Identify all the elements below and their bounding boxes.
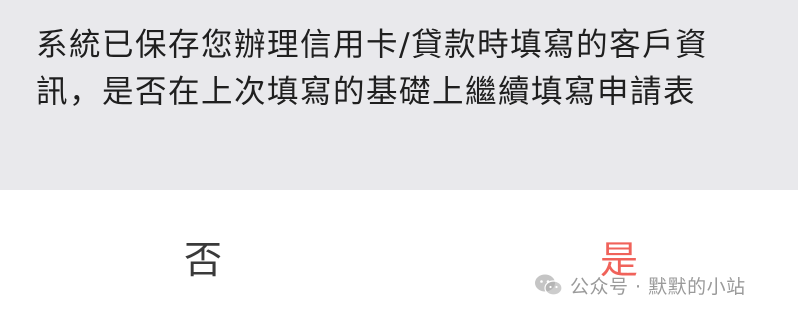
confirm-dialog: 系統已保存您辦理信用卡/貸款時填寫的客戶資訊，是否在上次填寫的基礎上繼續填寫申請…: [0, 0, 798, 316]
message-panel: 系統已保存您辦理信用卡/貸款時填寫的客戶資訊，是否在上次填寫的基礎上繼續填寫申請…: [0, 0, 798, 190]
watermark: 公众号 · 默默的小站: [534, 270, 746, 300]
wechat-icon: [535, 274, 563, 296]
no-button[interactable]: 否: [143, 230, 263, 290]
dialog-message: 系統已保存您辦理信用卡/貸款時填寫的客戶資訊，是否在上次填寫的基礎上繼續填寫申請…: [36, 27, 709, 110]
watermark-text: 公众号 · 默默的小站: [570, 275, 746, 298]
